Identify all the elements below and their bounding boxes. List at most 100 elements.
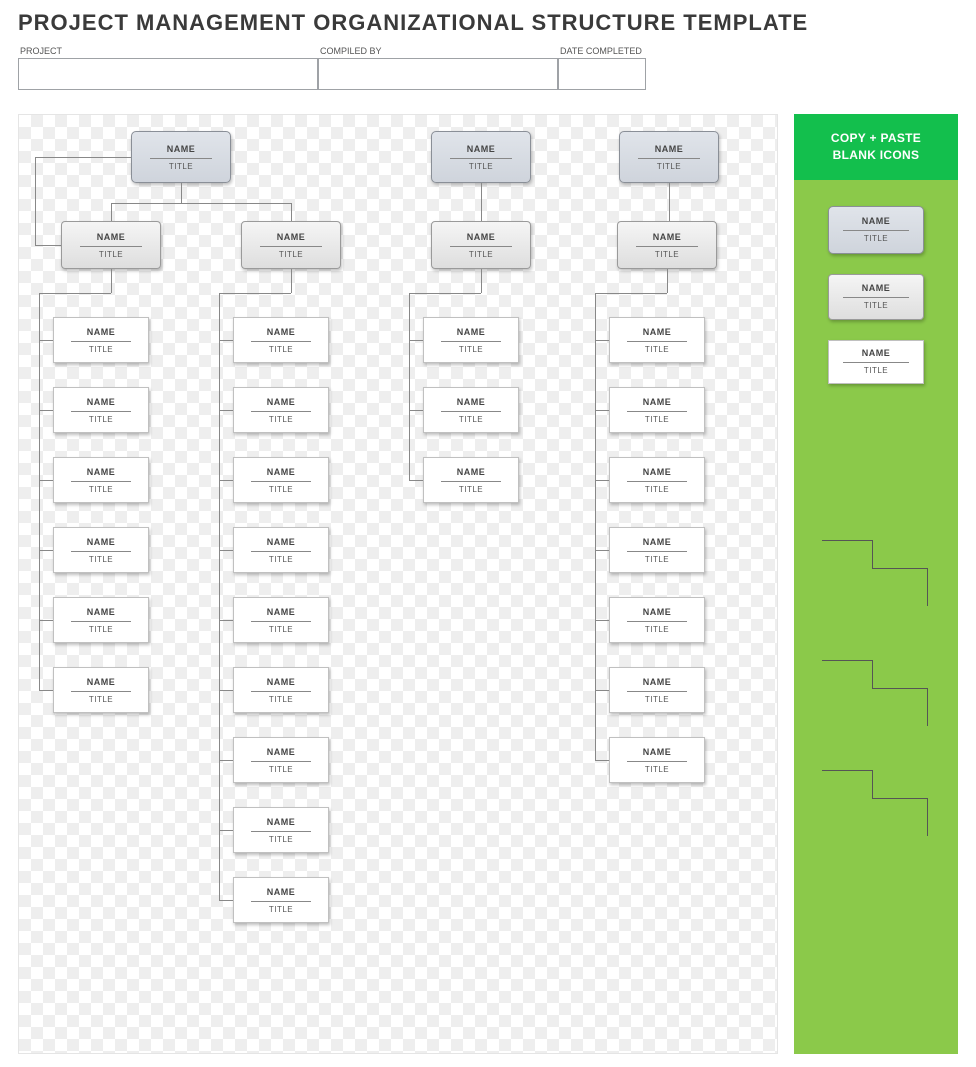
sidebar-header-line2: BLANK ICONS [833, 148, 920, 162]
node-title: TITLE [89, 625, 113, 634]
date-completed-input[interactable] [558, 58, 646, 90]
org-root-2-child-0-leaf-2[interactable]: NAME TITLE [609, 457, 705, 503]
node-divider [251, 761, 310, 762]
org-root-2-child-0-leaf-4[interactable]: NAMETITLE [609, 597, 705, 643]
page-title: PROJECT MANAGEMENT ORGANIZATIONAL STRUCT… [18, 10, 958, 36]
node-name: NAME [267, 467, 296, 477]
org-root-2-child-0-leaf-3[interactable]: NAMETITLE [609, 527, 705, 573]
connector-line [39, 690, 53, 691]
org-root-0-child-1-leaf-3[interactable]: NAMETITLE [233, 527, 329, 573]
node-title: TITLE [459, 415, 483, 424]
node-title: TITLE [645, 765, 669, 774]
meta-project-label: PROJECT [18, 46, 318, 56]
org-root-1-child-0[interactable]: NAMETITLE [431, 221, 531, 269]
node-name: NAME [457, 397, 486, 407]
node-title: TITLE [269, 485, 293, 494]
org-root-0-child-0-leaf-2[interactable]: NAMETITLE [53, 457, 149, 503]
meta-row: PROJECT COMPILED BY DATE COMPLETED [18, 46, 958, 90]
node-divider [441, 481, 500, 482]
node-title: TITLE [645, 555, 669, 564]
blank-icon-leaf[interactable]: NAMETITLE [828, 340, 924, 384]
node-title: TITLE [645, 485, 669, 494]
connector-line [219, 293, 291, 294]
org-root-0-child-1-leaf-4[interactable]: NAMETITLE [233, 597, 329, 643]
blank-icon-name: NAME [862, 216, 891, 226]
org-root-1[interactable]: NAMETITLE [431, 131, 531, 183]
org-root-2-child-0-leaf-0[interactable]: NAMETITLE [609, 317, 705, 363]
connector-sketch[interactable] [812, 760, 942, 840]
connector-line [219, 830, 233, 831]
node-divider [80, 246, 142, 247]
node-divider [441, 411, 500, 412]
org-root-0-child-1[interactable]: NAMETITLE [241, 221, 341, 269]
org-chart-canvas[interactable]: NAME TITLE NAME TITLE NAME TITLE NAME TITLE NAME… [18, 114, 778, 1054]
connector-line [35, 157, 36, 245]
project-input[interactable] [18, 58, 318, 90]
connector-line [219, 620, 233, 621]
org-root-0-child-0-leaf-3[interactable]: NAMETITLE [53, 527, 149, 573]
node-divider [71, 341, 130, 342]
org-root-0-child-0-leaf-0[interactable]: NAME TITLE [53, 317, 149, 363]
node-divider [441, 341, 500, 342]
blank-icon-top[interactable]: NAMETITLE [828, 206, 924, 254]
blank-icon-mid[interactable]: NAMETITLE [828, 274, 924, 320]
org-root-1-child-0-leaf-1[interactable]: NAME TITLE [423, 387, 519, 433]
node-name: NAME [87, 467, 116, 477]
org-root-0-child-1-leaf-2[interactable]: NAME TITLE [233, 457, 329, 503]
node-title: TITLE [89, 345, 113, 354]
node-title: TITLE [645, 695, 669, 704]
org-root-1-child-0-leaf-2[interactable]: NAMETITLE [423, 457, 519, 503]
node-name: NAME [643, 467, 672, 477]
connector-line [39, 480, 53, 481]
node-divider [251, 551, 310, 552]
node-name: NAME [87, 537, 116, 547]
org-root-0-child-0[interactable]: NAMETITLE [61, 221, 161, 269]
node-title: TITLE [645, 415, 669, 424]
node-divider [260, 246, 322, 247]
blank-icon-divider [843, 362, 909, 363]
node-divider [71, 411, 130, 412]
node-divider [251, 621, 310, 622]
connector-line [39, 340, 53, 341]
sidebar-header-line1: COPY + PASTE [831, 131, 921, 145]
connector-line [595, 410, 609, 411]
connector-line [39, 550, 53, 551]
org-root-2-child-0-leaf-5[interactable]: NAMETITLE [609, 667, 705, 713]
org-root-0-child-0-leaf-4[interactable]: NAMETITLE [53, 597, 149, 643]
connector-line [409, 480, 423, 481]
node-name: NAME [267, 747, 296, 757]
node-name: NAME [87, 327, 116, 337]
main-row: NAME TITLE NAME TITLE NAME TITLE NAME TITLE NAME… [18, 114, 958, 1054]
org-root-2-child-0-leaf-6[interactable]: NAMETITLE [609, 737, 705, 783]
connector-line [409, 293, 410, 480]
org-root-0-child-0-leaf-5[interactable]: NAMETITLE [53, 667, 149, 713]
node-title: TITLE [655, 250, 679, 259]
blank-icon-divider [843, 297, 909, 298]
node-divider [71, 551, 130, 552]
node-title: TITLE [459, 345, 483, 354]
connector-line [595, 690, 609, 691]
connector-line [181, 203, 291, 204]
org-root-0-child-1-leaf-1[interactable]: NAMETITLE [233, 387, 329, 433]
node-title: TITLE [657, 162, 681, 171]
org-root-0-child-0-leaf-1[interactable]: NAMETITLE [53, 387, 149, 433]
org-root-0-child-1-leaf-6[interactable]: NAMETITLE [233, 737, 329, 783]
org-root-2-child-0-leaf-1[interactable]: NAMETITLE [609, 387, 705, 433]
org-root-2-child-0[interactable]: NAMETITLE [617, 221, 717, 269]
connector-line [595, 760, 609, 761]
compiled-by-input[interactable] [318, 58, 558, 90]
org-root-0[interactable]: NAMETITLE [131, 131, 231, 183]
connector-line [595, 550, 609, 551]
org-root-0-child-1-leaf-5[interactable]: NAMETITLE [233, 667, 329, 713]
connector-sketch[interactable] [812, 650, 942, 730]
connector-line [291, 203, 292, 221]
connector-sketch[interactable] [812, 530, 942, 610]
org-root-1-child-0-leaf-0[interactable]: NAMETITLE [423, 317, 519, 363]
org-root-0-child-1-leaf-0[interactable]: NAMETITLE [233, 317, 329, 363]
org-root-0-child-1-leaf-8[interactable]: NAMETITLE [233, 877, 329, 923]
blank-icon-title: TITLE [864, 301, 888, 310]
node-name: NAME [87, 397, 116, 407]
org-root-0-child-1-leaf-7[interactable]: NAMETITLE [233, 807, 329, 853]
node-divider [627, 411, 686, 412]
org-root-2[interactable]: NAMETITLE [619, 131, 719, 183]
